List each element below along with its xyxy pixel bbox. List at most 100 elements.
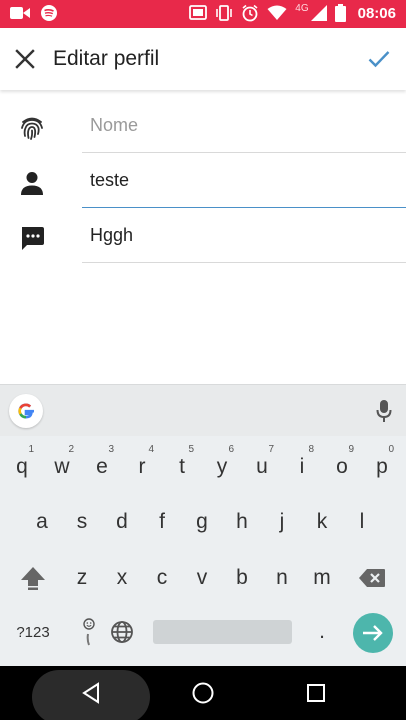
- key-hint: 1: [28, 444, 34, 455]
- key-label: i: [299, 455, 305, 478]
- username-row: teste: [0, 154, 406, 209]
- key-label: m: [313, 566, 331, 589]
- back-button[interactable]: [76, 678, 106, 708]
- key-label: j: [279, 510, 285, 533]
- symbols-key[interactable]: ?123: [13, 605, 53, 659]
- close-icon: [15, 49, 35, 69]
- key-hint: 7: [268, 444, 274, 455]
- key-hint: 9: [348, 444, 354, 455]
- keyboard-toolbar: [0, 384, 406, 436]
- shift-icon: [21, 567, 45, 590]
- key-m[interactable]: m: [302, 551, 342, 605]
- key-h[interactable]: h: [222, 495, 262, 549]
- key-label: a: [36, 510, 48, 533]
- status-input[interactable]: Hggh: [82, 209, 406, 263]
- key-n[interactable]: n: [262, 551, 302, 605]
- spotify-icon: [40, 4, 58, 22]
- key-label: v: [196, 566, 208, 589]
- key-v[interactable]: v: [182, 551, 222, 605]
- key-i[interactable]: i8: [282, 440, 322, 494]
- key-o[interactable]: o9: [322, 440, 362, 494]
- key-label: r: [138, 455, 146, 478]
- confirm-button[interactable]: [362, 42, 396, 76]
- key-label: y: [216, 455, 228, 478]
- page-title: Editar perfil: [53, 47, 160, 70]
- voice-input-button[interactable]: [376, 399, 392, 428]
- clock: 08:06: [357, 4, 396, 22]
- key-c[interactable]: c: [142, 551, 182, 605]
- key-label: k: [316, 510, 328, 533]
- home-button[interactable]: [188, 678, 218, 708]
- key-hint: 0: [388, 444, 394, 455]
- emoji-key[interactable]: [62, 605, 102, 659]
- key-t[interactable]: t5: [162, 440, 202, 494]
- key-r[interactable]: r4: [122, 440, 162, 494]
- period-key[interactable]: .: [302, 605, 342, 659]
- key-e[interactable]: e3: [82, 440, 122, 494]
- key-q[interactable]: q1: [2, 440, 42, 494]
- key-label: x: [116, 566, 128, 589]
- google-search-button[interactable]: [9, 394, 43, 428]
- close-button[interactable]: [8, 42, 42, 76]
- key-x[interactable]: x: [102, 551, 142, 605]
- key-u[interactable]: u7: [242, 440, 282, 494]
- message-icon: [17, 223, 47, 253]
- key-label: n: [276, 566, 288, 589]
- app-bar: Editar perfil: [0, 28, 406, 90]
- key-a[interactable]: a: [22, 495, 62, 549]
- signal-icon: [310, 5, 327, 21]
- key-label: p: [376, 455, 388, 478]
- key-label: w: [54, 455, 70, 478]
- backspace-key[interactable]: [352, 551, 392, 605]
- check-icon: [368, 51, 390, 68]
- language-key[interactable]: [102, 605, 142, 659]
- username-input[interactable]: teste: [82, 154, 406, 208]
- recents-button[interactable]: [301, 678, 331, 708]
- key-g[interactable]: g: [182, 495, 222, 549]
- wifi-icon: [267, 5, 287, 21]
- key-label: b: [236, 566, 248, 589]
- key-w[interactable]: w2: [42, 440, 82, 494]
- enter-key[interactable]: [353, 613, 393, 653]
- cast-icon: [189, 5, 208, 21]
- key-y[interactable]: y6: [202, 440, 242, 494]
- key-hint: 5: [188, 444, 194, 455]
- key-label: u: [256, 455, 268, 478]
- key-label: o: [336, 455, 348, 478]
- name-input[interactable]: Nome: [82, 99, 406, 153]
- key-z[interactable]: z: [62, 551, 102, 605]
- key-f[interactable]: f: [142, 495, 182, 549]
- key-hint: 2: [68, 444, 74, 455]
- shift-key[interactable]: [13, 551, 53, 605]
- navigation-bar: [0, 666, 406, 720]
- key-p[interactable]: p0: [362, 440, 402, 494]
- network-type: 4G: [295, 2, 309, 14]
- arrow-right-icon: [363, 625, 383, 641]
- status-row: Hggh: [0, 209, 406, 264]
- key-label: g: [196, 510, 208, 533]
- battery-icon: [334, 4, 346, 22]
- key-label: f: [159, 510, 165, 533]
- key-k[interactable]: k: [302, 495, 342, 549]
- key-l[interactable]: l: [342, 495, 382, 549]
- key-label: c: [156, 566, 168, 589]
- space-key[interactable]: [153, 620, 292, 644]
- key-label: q: [16, 455, 28, 478]
- vibrate-icon: [215, 5, 233, 21]
- key-d[interactable]: d: [102, 495, 142, 549]
- key-hint: 4: [148, 444, 154, 455]
- key-b[interactable]: b: [222, 551, 262, 605]
- key-label: l: [359, 510, 365, 533]
- microphone-icon: [376, 400, 392, 422]
- key-j[interactable]: j: [262, 495, 302, 549]
- key-s[interactable]: s: [62, 495, 102, 549]
- key-label: h: [236, 510, 248, 533]
- fingerprint-icon: [17, 113, 47, 143]
- alarm-icon: [241, 4, 259, 22]
- key-hint: 8: [308, 444, 314, 455]
- key-hint: 6: [228, 444, 234, 455]
- home-icon: [192, 682, 214, 704]
- key-label: t: [179, 455, 185, 478]
- video-camera-icon: [10, 6, 30, 20]
- key-label: z: [76, 566, 88, 589]
